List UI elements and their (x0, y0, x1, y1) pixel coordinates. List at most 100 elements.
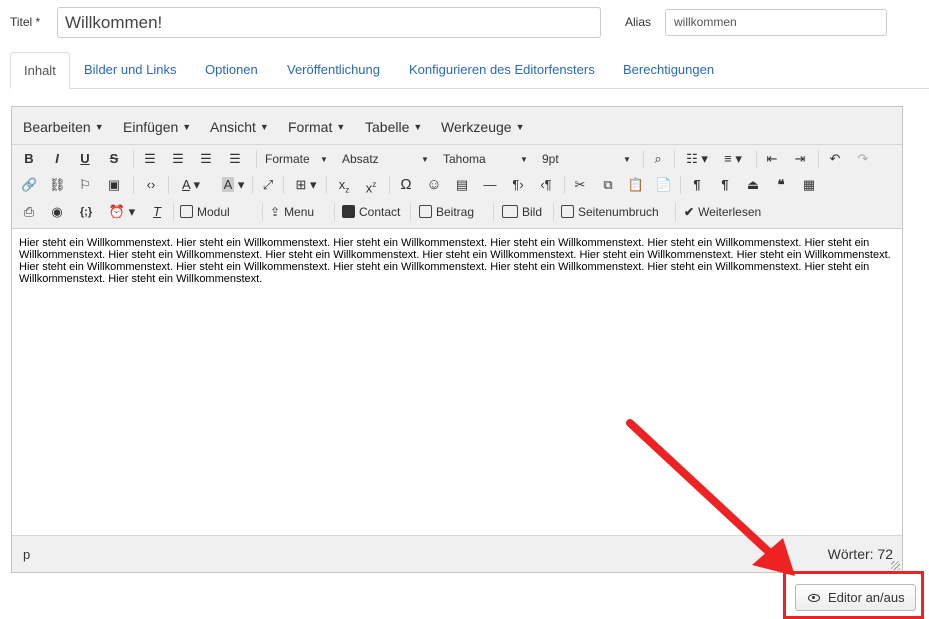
file-plus-icon (419, 205, 432, 218)
menu-ansicht[interactable]: Ansicht ▼ (210, 119, 269, 135)
editor-content[interactable]: Hier steht ein Willkommenstext. Hier ste… (19, 237, 897, 285)
menu-werkzeuge[interactable]: Werkzeuge ▼ (441, 119, 524, 135)
menu-format[interactable]: Format ▼ (288, 119, 345, 135)
horizontal-rule-icon[interactable]: — (481, 175, 499, 195)
seitenumbruch-button[interactable]: Seitenumbruch (561, 202, 659, 222)
media-icon[interactable]: ▤ (453, 175, 471, 195)
chevron-down-icon: ▼ (421, 155, 429, 164)
paste-icon[interactable]: 📋 (627, 175, 645, 195)
image-icon[interactable]: ▣ (106, 175, 122, 195)
tab-optionen[interactable]: Optionen (205, 52, 258, 89)
contact-button[interactable]: Contact (342, 202, 400, 222)
toolbar-separator (252, 176, 253, 194)
file-plus-icon (180, 205, 193, 218)
modul-button[interactable]: Modul (180, 202, 230, 222)
rtl-icon[interactable]: ‹¶ (537, 175, 555, 195)
tab-konfigurieren-editorfenster[interactable]: Konfigurieren des Editorfensters (409, 52, 595, 89)
underline-icon[interactable]: U (77, 149, 93, 169)
subscript-icon[interactable]: xz (335, 175, 353, 195)
toolbar-separator (262, 203, 263, 221)
table-icon[interactable]: ⊞ ▾ (291, 175, 321, 195)
toolbar-separator (334, 203, 335, 221)
toolbar-separator (675, 203, 676, 221)
text-color-icon[interactable]: A ▾ (175, 175, 207, 195)
toolbar-separator (818, 150, 819, 168)
modul-button-label: Modul (197, 205, 230, 219)
numbered-list-icon[interactable]: ≡ ▾ (718, 149, 748, 169)
paste-text-icon[interactable]: 📄 (655, 175, 673, 195)
blockquote-icon[interactable]: ❝ (772, 175, 790, 195)
formats-dropdown-label: Formate (265, 152, 310, 166)
bild-button[interactable]: Bild (502, 202, 542, 222)
bold-icon[interactable]: B (21, 149, 37, 169)
background-color-icon[interactable]: A ▾ (215, 175, 251, 195)
unlink-icon[interactable]: ⛓ (49, 175, 66, 195)
toolbar-separator (553, 203, 554, 221)
tab-inhalt[interactable]: Inhalt (10, 52, 70, 89)
link-icon[interactable]: 🔗 (21, 175, 37, 195)
visual-blocks-icon[interactable]: ¶ (716, 175, 734, 195)
cut-icon[interactable]: ✂ (571, 175, 589, 195)
print-icon[interactable]: ⎙ (21, 202, 37, 222)
toolbar-separator (674, 150, 675, 168)
preview-icon[interactable]: ◉ (49, 202, 65, 222)
element-path[interactable]: p (23, 547, 30, 562)
code-icon[interactable]: ‹› (142, 175, 160, 195)
font-size-dropdown[interactable]: 9pt ▼ (542, 149, 634, 169)
menu-format-label: Format (288, 119, 333, 135)
code-sample-icon[interactable]: {;} (74, 202, 98, 222)
special-character-icon[interactable]: Ω (397, 175, 415, 195)
italic-icon[interactable]: I (49, 149, 65, 169)
editor-toolbar: B I U S ☰ ☰ ☰ ☰ Formate ▼ Absatz ▼ Tahoma ▼… (12, 145, 902, 229)
outdent-icon[interactable]: ⇤ (764, 149, 780, 169)
anchor-box-icon[interactable]: ▦ (800, 175, 818, 195)
alias-input[interactable]: willkommen (665, 9, 887, 36)
font-family-dropdown[interactable]: Tahoma ▼ (443, 149, 531, 169)
insert-datetime-icon[interactable]: ⏰ ▾ (105, 202, 139, 222)
bullet-list-icon[interactable]: ☷ ▾ (682, 149, 712, 169)
copy-icon[interactable]: ⧉ (599, 175, 617, 195)
toolbar-separator (283, 176, 284, 194)
menu-einfuegen[interactable]: Einfügen ▼ (123, 119, 191, 135)
undo-icon[interactable]: ↶ (827, 149, 843, 169)
emoticons-icon[interactable]: ☺ (425, 175, 443, 195)
title-input[interactable]: Willkommen! (57, 7, 601, 38)
remove-format-icon[interactable]: T (148, 202, 166, 222)
indent-icon[interactable]: ⇥ (792, 149, 808, 169)
toolbar-separator (133, 150, 134, 168)
tab-veroeffentlichung[interactable]: Veröffentlichung (287, 52, 380, 89)
menu-bearbeiten[interactable]: Bearbeiten ▼ (23, 119, 104, 135)
ltr-icon[interactable]: ¶› (509, 175, 527, 195)
align-justify-icon[interactable]: ☰ (227, 149, 243, 169)
bookmark-icon[interactable]: ⚐ (77, 175, 93, 195)
formats-dropdown[interactable]: Formate ▼ (265, 149, 331, 169)
block-format-dropdown[interactable]: Absatz ▼ (342, 149, 432, 169)
toolbar-separator (133, 176, 134, 194)
menu-tabelle[interactable]: Tabelle ▼ (365, 119, 422, 135)
tab-berechtigungen[interactable]: Berechtigungen (623, 52, 714, 89)
resize-handle-icon[interactable] (891, 561, 900, 570)
visual-chars-icon[interactable]: ¶ (688, 175, 706, 195)
align-center-icon[interactable]: ☰ (170, 149, 186, 169)
strikethrough-icon[interactable]: S (106, 149, 122, 169)
contact-button-label: Contact (359, 205, 401, 219)
align-left-icon[interactable]: ☰ (142, 149, 158, 169)
toolbar-separator (326, 176, 327, 194)
font-family-label: Tahoma (443, 152, 486, 166)
fullscreen-icon[interactable]: ⤢ (259, 175, 277, 195)
beitrag-button[interactable]: Beitrag (419, 202, 474, 222)
superscript-icon[interactable]: xz (362, 175, 380, 195)
weiterlesen-button[interactable]: ✔ Weiterlesen (684, 202, 761, 222)
seitenumbruch-button-label: Seitenumbruch (578, 205, 659, 219)
find-replace-icon[interactable]: ⌕ (649, 149, 667, 169)
block-format-label: Absatz (342, 152, 379, 166)
font-size-label: 9pt (542, 152, 559, 166)
eye-icon (808, 594, 820, 602)
template-icon[interactable]: ⏏ (744, 175, 762, 195)
tab-bilder-und-links[interactable]: Bilder und Links (84, 52, 177, 89)
menu-button[interactable]: ⇪ Menu (270, 202, 314, 222)
redo-icon[interactable]: ↷ (855, 149, 871, 169)
align-right-icon[interactable]: ☰ (198, 149, 214, 169)
toggle-editor-button[interactable]: Editor an/aus (795, 584, 916, 611)
title-label: Titel * (10, 15, 41, 29)
